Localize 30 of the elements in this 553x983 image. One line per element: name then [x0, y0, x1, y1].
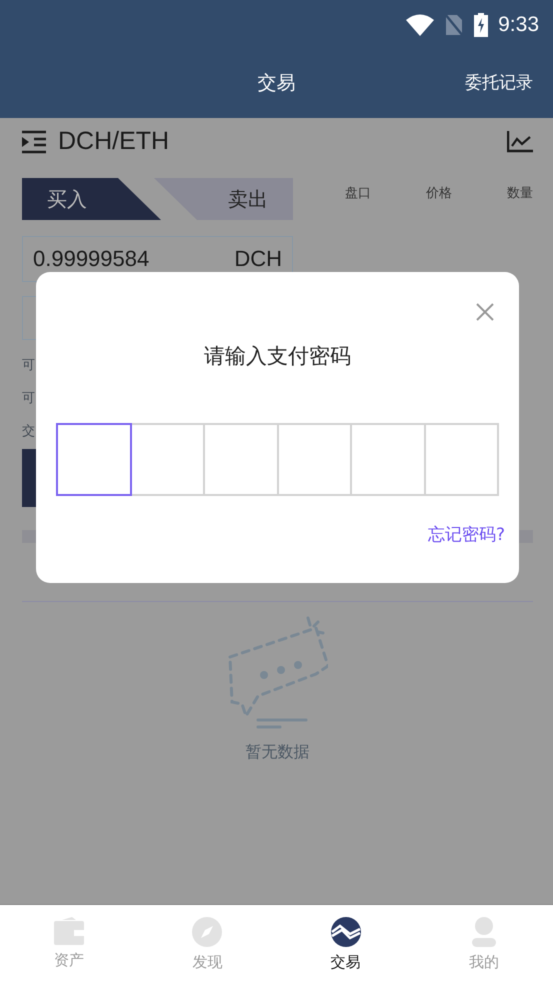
- compass-icon: [192, 917, 222, 947]
- column-header: 数量: [507, 185, 533, 202]
- nav-tab[interactable]: 发现: [138, 905, 276, 983]
- person-icon: [472, 917, 496, 947]
- wifi-icon: [406, 14, 434, 36]
- dialog-title: 请输入支付密码: [204, 343, 351, 370]
- column-header: 价格: [426, 185, 452, 202]
- field-label: 可: [22, 390, 35, 406]
- trade-tab[interactable]: 卖出: [154, 178, 293, 220]
- trade-icon: [330, 917, 361, 947]
- field-label: 交: [22, 422, 35, 440]
- empty-text: 暂无数据: [246, 742, 310, 763]
- forgot-password-link[interactable]: 忘记密码?: [428, 523, 505, 546]
- trade-tab[interactable]: 买入: [22, 178, 161, 220]
- close-icon[interactable]: [476, 303, 494, 321]
- wallet-icon: [54, 917, 84, 945]
- no-sim-icon: [444, 13, 464, 37]
- status-time: 9:33: [498, 13, 539, 37]
- order-records-button[interactable]: 委托记录: [465, 71, 533, 94]
- chart-icon[interactable]: [507, 130, 533, 152]
- nav-tab[interactable]: 资产: [0, 905, 138, 983]
- nav-tab[interactable]: 我的: [414, 905, 553, 983]
- pin-box[interactable]: [56, 423, 132, 496]
- menu-icon[interactable]: [22, 130, 46, 154]
- column-header: 盘口: [345, 185, 371, 202]
- battery-icon: [474, 13, 488, 37]
- header-title: 交易: [258, 71, 296, 96]
- trading-pair: DCH/ETH: [58, 127, 170, 156]
- field-label: 可: [22, 356, 35, 374]
- nav-tab[interactable]: 交易: [276, 905, 415, 983]
